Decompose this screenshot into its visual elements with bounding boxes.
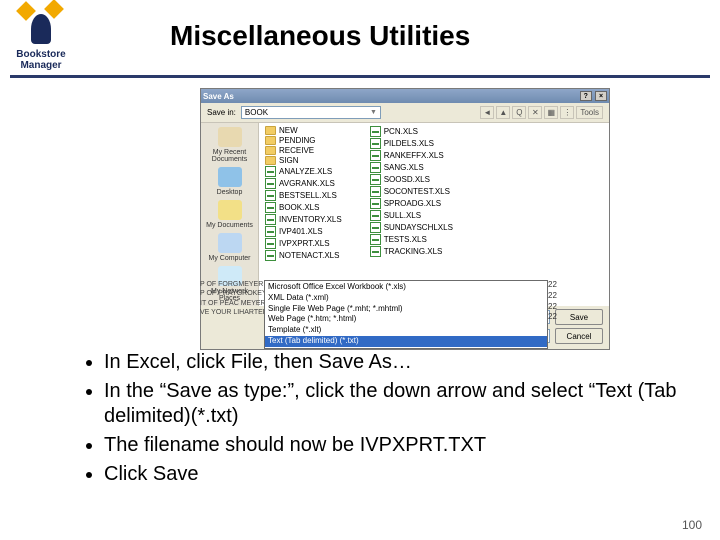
- file-item[interactable]: SOCONTEST.XLS: [370, 186, 453, 197]
- file-item[interactable]: INVENTORY.XLS: [265, 214, 342, 225]
- title-rule: [10, 75, 710, 78]
- file-item[interactable]: SULL.XLS: [370, 210, 453, 221]
- bullet-item: In the “Save as type:”, click the down a…: [104, 379, 690, 429]
- file-item[interactable]: RANKEFFX.XLS: [370, 150, 453, 161]
- page-number: 100: [682, 518, 702, 532]
- place-mycomputer[interactable]: My Computer: [203, 233, 256, 262]
- file-item[interactable]: SPROADG.XLS: [370, 198, 453, 209]
- file-item[interactable]: PCN.XLS: [370, 126, 453, 137]
- xls-icon: [265, 166, 276, 177]
- xls-icon: [370, 210, 381, 221]
- file-item[interactable]: AVGRANK.XLS: [265, 178, 342, 189]
- xls-icon: [370, 138, 381, 149]
- places-bar: My Recent Documents Desktop My Documents…: [201, 123, 259, 306]
- file-list[interactable]: NEWPENDINGRECEIVESIGNANALYZE.XLSAVGRANK.…: [259, 123, 609, 306]
- folder-icon: [265, 136, 276, 145]
- xls-icon: [265, 202, 276, 213]
- chevron-down-icon: ▼: [370, 109, 377, 116]
- file-item[interactable]: PILDELS.XLS: [370, 138, 453, 149]
- xls-icon: [370, 126, 381, 137]
- brand-logo: Bookstore Manager: [6, 4, 76, 80]
- place-recent[interactable]: My Recent Documents: [203, 127, 256, 163]
- file-item[interactable]: IVP401.XLS: [265, 226, 342, 237]
- save-in-label: Save in:: [207, 108, 236, 117]
- search-icon[interactable]: Q: [512, 106, 526, 119]
- logo-line1: Bookstore: [6, 50, 76, 61]
- xls-icon: [370, 174, 381, 185]
- slide-title: Miscellaneous Utilities: [170, 20, 470, 52]
- file-item[interactable]: BESTSELL.XLS: [265, 190, 342, 201]
- file-item[interactable]: IVPXPRT.XLS: [265, 238, 342, 249]
- file-item[interactable]: PENDING: [265, 136, 342, 145]
- xls-icon: [370, 222, 381, 233]
- savetype-options-list[interactable]: Microsoft Office Excel Workbook (*.xls)X…: [264, 280, 548, 349]
- file-item[interactable]: NOTENACT.XLS: [265, 250, 342, 261]
- tools-dropdown[interactable]: Tools: [576, 106, 603, 119]
- bullet-item: In Excel, click File, then Save As…: [104, 350, 690, 375]
- savetype-option[interactable]: Template (*.xlt): [265, 325, 547, 336]
- place-desktop[interactable]: Desktop: [203, 167, 256, 196]
- file-item[interactable]: BOOK.XLS: [265, 202, 342, 213]
- instruction-bullets: In Excel, click File, then Save As… In th…: [82, 350, 690, 491]
- savetype-option[interactable]: Single File Web Page (*.mht; *.mhtml): [265, 304, 547, 315]
- xls-icon: [265, 238, 276, 249]
- xls-icon: [370, 246, 381, 257]
- file-item[interactable]: RECEIVE: [265, 146, 342, 155]
- delete-icon[interactable]: ✕: [528, 106, 542, 119]
- savetype-option[interactable]: XML Data (*.xml): [265, 293, 547, 304]
- xls-icon: [370, 162, 381, 173]
- up-icon[interactable]: ▲: [496, 106, 510, 119]
- file-item[interactable]: SANG.XLS: [370, 162, 453, 173]
- save-button[interactable]: Save: [555, 309, 603, 325]
- bullet-item: The filename should now be IVPXPRT.TXT: [104, 433, 690, 458]
- views-icon[interactable]: ⋮: [560, 106, 574, 119]
- file-item[interactable]: NEW: [265, 126, 342, 135]
- xls-icon: [370, 234, 381, 245]
- logo-line2: Manager: [6, 61, 76, 72]
- savetype-option[interactable]: Text (Tab delimited) (*.txt): [265, 336, 547, 347]
- dialog-titlebar[interactable]: Save As ? ×: [201, 89, 609, 103]
- xls-icon: [265, 214, 276, 225]
- newfolder-icon[interactable]: ▦: [544, 106, 558, 119]
- save-in-dropdown[interactable]: BOOK ▼: [241, 106, 381, 119]
- xls-icon: [370, 198, 381, 209]
- file-item[interactable]: SUNDAYSCHLXLS: [370, 222, 453, 233]
- xls-icon: [265, 226, 276, 237]
- xls-icon: [265, 190, 276, 201]
- behind-numbers: 22222222: [548, 280, 557, 323]
- file-item[interactable]: TESTS.XLS: [370, 234, 453, 245]
- bullet-item: Click Save: [104, 462, 690, 487]
- back-icon[interactable]: ◄: [480, 106, 494, 119]
- file-item[interactable]: TRACKING.XLS: [370, 246, 453, 257]
- place-mydocs[interactable]: My Documents: [203, 200, 256, 229]
- file-item[interactable]: SOOSD.XLS: [370, 174, 453, 185]
- xls-icon: [265, 178, 276, 189]
- file-item[interactable]: ANALYZE.XLS: [265, 166, 342, 177]
- folder-icon: [265, 156, 276, 165]
- save-in-value: BOOK: [245, 108, 268, 117]
- folder-icon: [265, 126, 276, 135]
- xls-icon: [370, 186, 381, 197]
- folder-icon: [265, 146, 276, 155]
- help-icon[interactable]: ?: [580, 91, 592, 101]
- savetype-option[interactable]: Web Page (*.htm; *.html): [265, 314, 547, 325]
- cancel-button[interactable]: Cancel: [555, 328, 603, 344]
- close-icon[interactable]: ×: [595, 91, 607, 101]
- behind-rows: P OF FORGMEYER JOYCEP OF PRAYGROKEYMAREV…: [200, 280, 264, 318]
- xls-icon: [370, 150, 381, 161]
- dialog-caption: Save As: [203, 92, 234, 101]
- xls-icon: [265, 250, 276, 261]
- file-item[interactable]: SIGN: [265, 156, 342, 165]
